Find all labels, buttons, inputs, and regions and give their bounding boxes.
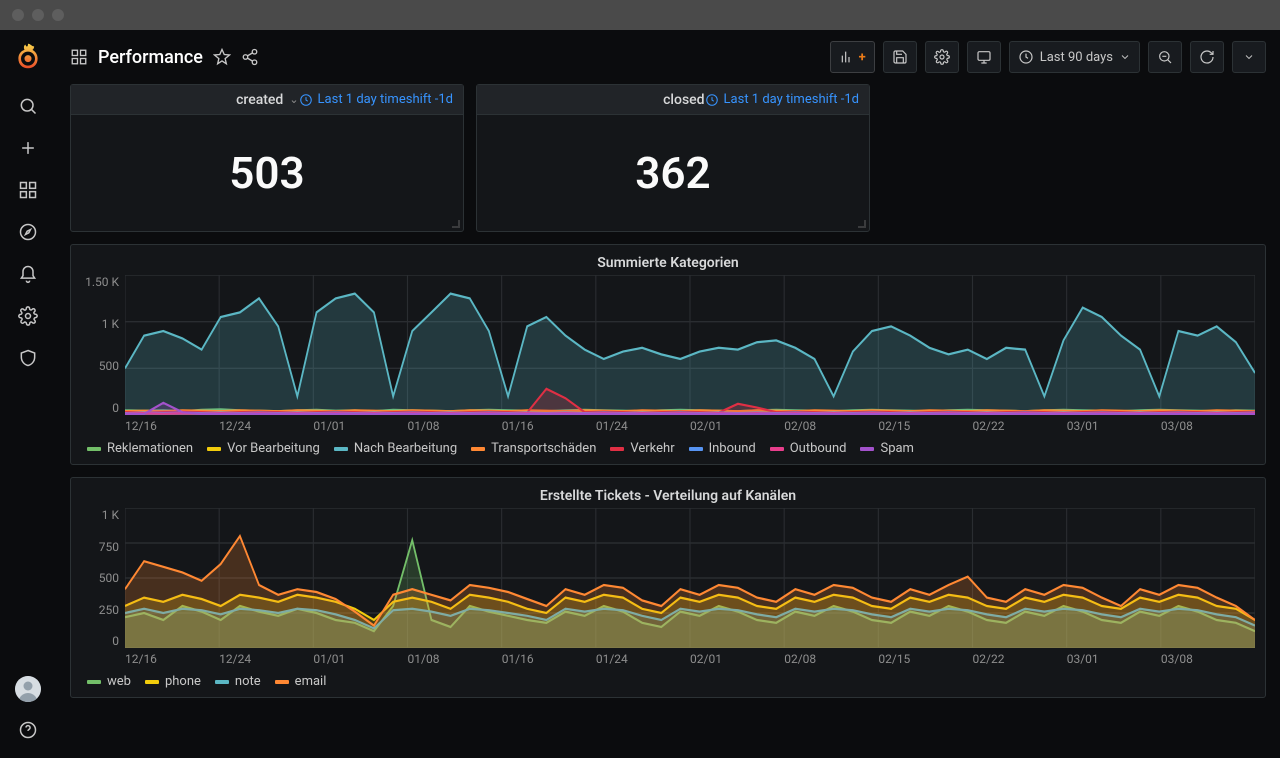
- resize-handle[interactable]: [450, 218, 460, 228]
- timeshift-label: Last 1 day timeshift -1d: [299, 92, 453, 107]
- y-axis: 1 K7505002500: [81, 508, 125, 648]
- legend-item[interactable]: Verkehr: [610, 441, 674, 456]
- panel-title: created: [236, 92, 283, 108]
- legend-item[interactable]: Nach Bearbeitung: [334, 441, 457, 456]
- dashboard-content: created ⌄ Last 1 day timeshift -1d 503 c…: [56, 84, 1280, 758]
- chart-plot[interactable]: [125, 508, 1255, 648]
- page-title: Performance: [98, 47, 203, 68]
- x-axis: 12/1612/2401/0101/0801/1601/2402/0102/08…: [81, 652, 1255, 666]
- topbar: Performance + Last 90 days: [56, 30, 1280, 84]
- panel-header[interactable]: closed Last 1 day timeshift -1d: [477, 85, 869, 115]
- legend: Reklemationen Vor Bearbeitung Nach Bearb…: [81, 433, 1255, 458]
- star-icon[interactable]: [213, 48, 231, 66]
- window-chrome: [0, 0, 1280, 30]
- plus-icon[interactable]: [18, 138, 38, 158]
- chart-panel-1[interactable]: Erstellte Tickets - Verteilung auf Kanäl…: [70, 477, 1266, 698]
- traffic-light: [52, 9, 64, 21]
- grafana-logo[interactable]: [14, 42, 42, 74]
- panel-title: closed: [663, 92, 704, 108]
- legend-item[interactable]: Inbound: [689, 441, 756, 456]
- stat-panel-closed[interactable]: closed Last 1 day timeshift -1d 362: [476, 84, 870, 232]
- stat-panel-created[interactable]: created ⌄ Last 1 day timeshift -1d 503: [70, 84, 464, 232]
- legend-item[interactable]: Transportschäden: [471, 441, 596, 456]
- chart-title: Erstellte Tickets - Verteilung auf Kanäl…: [81, 488, 1255, 504]
- chart-title: Summierte Kategorien: [81, 255, 1255, 271]
- chart-panel-0[interactable]: Summierte Kategorien 1.50 K1 K5000: [70, 244, 1266, 465]
- refresh-interval-dropdown[interactable]: [1232, 41, 1266, 73]
- share-icon[interactable]: [241, 48, 259, 66]
- resize-handle[interactable]: [856, 218, 866, 228]
- timeshift-label: Last 1 day timeshift -1d: [705, 92, 859, 107]
- shield-icon[interactable]: [18, 348, 38, 368]
- legend-item[interactable]: Reklemationen: [87, 441, 193, 456]
- legend-item[interactable]: note: [215, 674, 261, 689]
- zoom-out-button[interactable]: [1148, 41, 1182, 73]
- y-axis: 1.50 K1 K5000: [81, 275, 125, 415]
- settings-button[interactable]: [925, 41, 959, 73]
- gear-icon[interactable]: [18, 306, 38, 326]
- save-button[interactable]: [883, 41, 917, 73]
- time-range-picker[interactable]: Last 90 days: [1009, 41, 1140, 73]
- avatar[interactable]: [15, 676, 41, 702]
- x-axis: 12/1612/2401/0101/0801/1601/2402/0102/08…: [81, 419, 1255, 433]
- legend-item[interactable]: Outbound: [770, 441, 847, 456]
- panel-header[interactable]: created ⌄ Last 1 day timeshift -1d: [71, 85, 463, 115]
- stat-value: 362: [635, 147, 710, 199]
- legend: web phone note email: [81, 666, 1255, 691]
- sidebar: [0, 30, 56, 758]
- legend-item[interactable]: Vor Bearbeitung: [207, 441, 320, 456]
- alerting-icon[interactable]: [18, 264, 38, 284]
- refresh-button[interactable]: [1190, 41, 1224, 73]
- chart-plot[interactable]: [125, 275, 1255, 415]
- dashboards-icon[interactable]: [18, 180, 38, 200]
- stat-value: 503: [229, 147, 304, 199]
- dashboard-grid-icon[interactable]: [70, 48, 88, 66]
- search-icon[interactable]: [18, 96, 38, 116]
- traffic-light: [32, 9, 44, 21]
- add-panel-button[interactable]: +: [830, 41, 875, 73]
- time-range-label: Last 90 days: [1040, 50, 1113, 65]
- tv-mode-button[interactable]: [967, 41, 1001, 73]
- explore-icon[interactable]: [18, 222, 38, 242]
- legend-item[interactable]: email: [275, 674, 327, 689]
- legend-item[interactable]: web: [87, 674, 131, 689]
- chevron-down-icon[interactable]: ⌄: [289, 93, 298, 106]
- traffic-light: [12, 9, 24, 21]
- legend-item[interactable]: Spam: [860, 441, 914, 456]
- legend-item[interactable]: phone: [145, 674, 201, 689]
- help-icon[interactable]: [18, 720, 38, 740]
